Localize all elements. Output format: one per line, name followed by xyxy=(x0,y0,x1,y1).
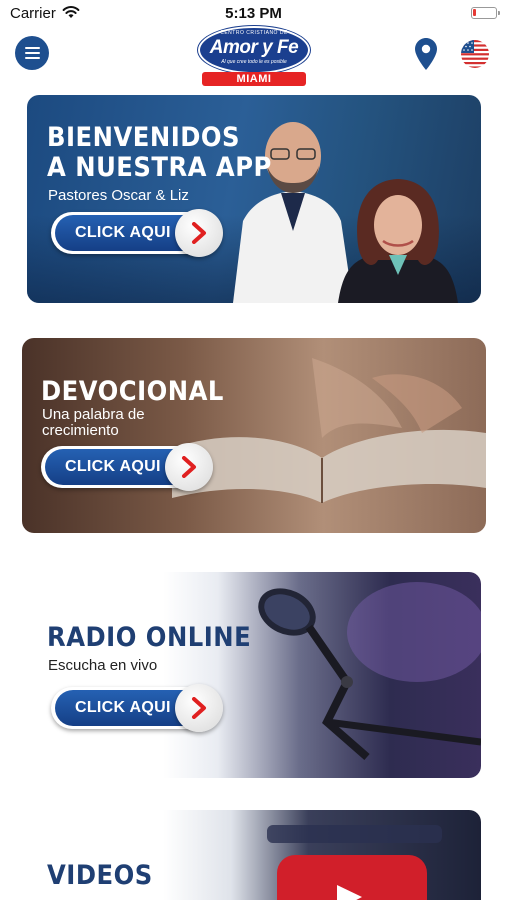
card-title: A NUESTRA APP xyxy=(47,152,272,183)
radio-online-card[interactable]: RADIO ONLINE Escucha en vivo CLICK AQUI xyxy=(27,572,481,778)
card-subtitle: crecimiento xyxy=(42,422,119,439)
click-aqui-button[interactable]: CLICK AQUI xyxy=(41,443,213,491)
card-subtitle: Pastores Oscar & Liz xyxy=(48,187,189,204)
chevron-right-icon xyxy=(165,443,213,491)
videos-card[interactable]: VIDEOS xyxy=(27,810,481,900)
logo-main-text: Amor y Fe xyxy=(209,37,299,58)
clock: 5:13 PM xyxy=(225,5,282,22)
microphone-photo xyxy=(258,582,481,761)
app-header: CENTRO CRISTIANO DE Amor y Fe Al que cre… xyxy=(0,26,507,92)
logo-city: MIAMI xyxy=(202,72,306,86)
church-logo[interactable]: CENTRO CRISTIANO DE Amor y Fe Al que cre… xyxy=(198,26,310,90)
battery-level xyxy=(473,9,476,16)
devotional-card[interactable]: DEVOCIONAL Una palabra de crecimiento CL… xyxy=(22,338,486,533)
click-aqui-button[interactable]: CLICK AQUI xyxy=(51,684,223,732)
status-bar: Carrier 5:13 PM xyxy=(0,0,507,26)
chevron-right-icon xyxy=(175,209,223,257)
card-title: DEVOCIONAL xyxy=(41,376,224,407)
us-flag-icon[interactable] xyxy=(461,40,489,68)
card-subtitle: Escucha en vivo xyxy=(48,657,158,674)
pastora-liz-photo xyxy=(338,179,458,303)
card-title: RADIO ONLINE xyxy=(47,622,252,653)
logo-top-text: CENTRO CRISTIANO DE xyxy=(220,30,288,36)
welcome-card[interactable]: BIENVENIDOS A NUESTRA APP Pastores Oscar… xyxy=(27,95,481,303)
hamburger-menu-icon[interactable] xyxy=(15,36,49,70)
card-subtitle: Una palabra de xyxy=(42,406,145,423)
card-title: BIENVENIDOS xyxy=(47,122,241,153)
battery-icon xyxy=(471,7,500,19)
logo-tagline: Al que cree todo le es posible xyxy=(221,59,287,65)
chevron-right-icon xyxy=(175,684,223,732)
click-aqui-button[interactable]: CLICK AQUI xyxy=(51,209,223,257)
map-pin-icon[interactable] xyxy=(415,38,437,70)
card-title: VIDEOS xyxy=(47,860,153,891)
